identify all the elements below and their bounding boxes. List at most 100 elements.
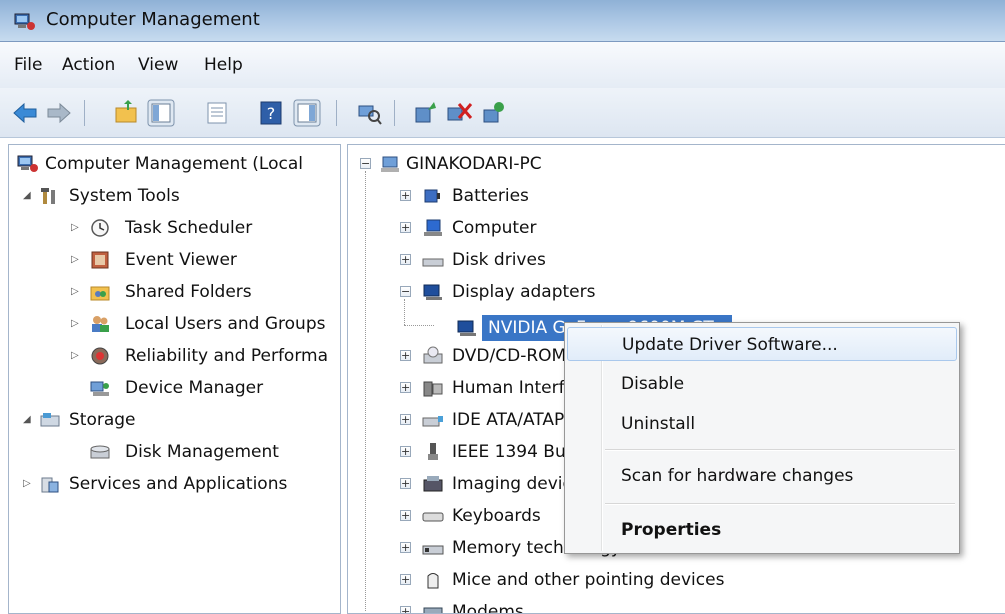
event-viewer-icon	[91, 251, 109, 269]
disk-management-icon	[90, 445, 110, 459]
menu-item-label: Disable	[621, 374, 685, 394]
tree-item-services-apps[interactable]: ▷ Services and Applications	[13, 469, 340, 499]
collapsed-arrow-icon[interactable]: ▷	[23, 478, 33, 490]
tree-item-device-manager[interactable]: Device Manager	[13, 373, 340, 403]
title-bar[interactable]: Computer Management	[0, 0, 1005, 42]
performance-icon	[91, 347, 109, 365]
tree-item-shared-folders[interactable]: ▷ Shared Folders	[13, 277, 340, 307]
collapsed-arrow-icon[interactable]: ▷	[71, 222, 81, 234]
device-category-label: Display adapters	[452, 282, 596, 302]
imaging-icon	[423, 476, 443, 492]
expand-toggle[interactable]: +	[400, 414, 411, 425]
menu-item-disable[interactable]: Disable	[567, 367, 957, 401]
dvd-icon	[423, 346, 443, 364]
device-category-mice[interactable]: + Mice and other pointing devices	[360, 565, 960, 595]
update-driver-icon[interactable]	[410, 98, 440, 128]
tree-item-task-scheduler[interactable]: ▷ Task Scheduler	[13, 213, 340, 243]
device-category-modems[interactable]: + Modems	[360, 597, 960, 614]
tree-item-label: Computer Management (Local	[45, 154, 303, 174]
menu-help[interactable]: Help	[204, 55, 243, 75]
menu-item-label: Update Driver Software...	[622, 335, 838, 355]
up-folder-icon[interactable]	[112, 98, 142, 128]
computer-icon	[381, 156, 399, 172]
console-tree[interactable]: Computer Management (Local ◢ System Tool…	[8, 144, 341, 614]
uninstall-icon[interactable]	[444, 98, 474, 128]
menu-item-label: Uninstall	[621, 414, 696, 434]
show-hide-tree-icon[interactable]	[146, 98, 176, 128]
ide-icon	[422, 416, 443, 427]
device-category-batteries[interactable]: + Batteries	[360, 181, 960, 211]
expand-toggle[interactable]: +	[400, 542, 411, 553]
display-adapter-icon	[423, 284, 442, 300]
expand-toggle[interactable]: +	[400, 510, 411, 521]
expand-toggle[interactable]: +	[400, 222, 411, 233]
device-category-label: Batteries	[452, 186, 529, 206]
device-manager-icon	[90, 381, 109, 396]
tree-item-label: Local Users and Groups	[125, 314, 326, 334]
collapse-toggle[interactable]: −	[400, 286, 411, 297]
scan-hardware-icon[interactable]	[354, 98, 384, 128]
window-title: Computer Management	[46, 9, 260, 30]
tree-item-label: Reliability and Performa	[125, 346, 328, 366]
tree-item-computer-management[interactable]: Computer Management (Local	[13, 149, 340, 179]
enable-device-icon[interactable]	[478, 98, 508, 128]
clock-icon	[91, 219, 109, 237]
expand-toggle[interactable]: +	[400, 478, 411, 489]
expand-toggle[interactable]: +	[400, 574, 411, 585]
expand-toggle[interactable]: +	[400, 382, 411, 393]
expand-toggle[interactable]: +	[400, 190, 411, 201]
tree-item-storage[interactable]: ◢ Storage	[13, 405, 340, 435]
modem-icon	[423, 607, 443, 613]
computer-management-icon	[14, 13, 35, 30]
menu-item-update-driver[interactable]: Update Driver Software...	[567, 327, 957, 361]
help-icon[interactable]: ?	[256, 98, 286, 128]
tree-root-computer[interactable]: − GINAKODARI-PC	[360, 149, 960, 179]
collapsed-arrow-icon[interactable]: ▷	[71, 318, 81, 330]
show-action-pane-icon[interactable]	[292, 98, 322, 128]
menu-item-uninstall[interactable]: Uninstall	[567, 407, 957, 441]
device-category-disk-drives[interactable]: + Disk drives	[360, 245, 960, 275]
forward-icon[interactable]	[44, 98, 74, 128]
expand-toggle[interactable]: +	[400, 254, 411, 265]
keyboard-icon	[422, 512, 444, 522]
tree-item-system-tools[interactable]: ◢ System Tools	[13, 181, 340, 211]
ieee1394-icon	[428, 443, 438, 460]
storage-icon	[40, 413, 60, 427]
properties-icon[interactable]	[202, 98, 232, 128]
expand-toggle[interactable]: +	[400, 350, 411, 361]
menu-view[interactable]: View	[138, 55, 178, 75]
device-category-label: Modems	[452, 602, 524, 614]
menu-item-label: Scan for hardware changes	[621, 466, 854, 486]
tree-item-local-users[interactable]: ▷ Local Users and Groups	[13, 309, 340, 339]
tools-icon	[41, 188, 55, 204]
tree-item-label: Device Manager	[125, 378, 264, 398]
toolbar: ?	[0, 88, 1005, 138]
tree-item-label: Services and Applications	[69, 474, 288, 494]
device-category-label: Mice and other pointing devices	[452, 570, 725, 590]
menu-item-properties[interactable]: Properties	[567, 513, 957, 547]
battery-icon	[424, 189, 440, 203]
back-icon[interactable]	[10, 98, 40, 128]
expand-toggle[interactable]: +	[400, 446, 411, 457]
expanded-arrow-icon[interactable]: ◢	[23, 190, 33, 202]
device-category-computer[interactable]: + Computer	[360, 213, 960, 243]
collapsed-arrow-icon[interactable]: ▷	[71, 286, 81, 298]
tree-item-event-viewer[interactable]: ▷ Event Viewer	[13, 245, 340, 275]
tree-item-reliability[interactable]: ▷ Reliability and Performa	[13, 341, 340, 371]
computer-management-icon	[17, 155, 38, 172]
device-category-display-adapters[interactable]: − Display adapters	[360, 277, 960, 307]
services-icon	[41, 477, 59, 493]
menu-separator	[605, 449, 955, 451]
context-menu: Update Driver Software... Disable Uninst…	[564, 322, 960, 554]
menu-action[interactable]: Action	[62, 55, 115, 75]
svg-text:?: ?	[267, 104, 276, 123]
collapsed-arrow-icon[interactable]: ▷	[71, 350, 81, 362]
collapse-toggle[interactable]: −	[360, 158, 371, 169]
collapsed-arrow-icon[interactable]: ▷	[71, 254, 81, 266]
tree-item-disk-management[interactable]: Disk Management	[13, 437, 340, 467]
menu-item-scan-hardware[interactable]: Scan for hardware changes	[567, 459, 957, 493]
menu-file[interactable]: File	[14, 55, 42, 75]
expand-toggle[interactable]: +	[400, 606, 411, 613]
expanded-arrow-icon[interactable]: ◢	[23, 414, 33, 426]
device-category-label: Keyboards	[452, 506, 541, 526]
